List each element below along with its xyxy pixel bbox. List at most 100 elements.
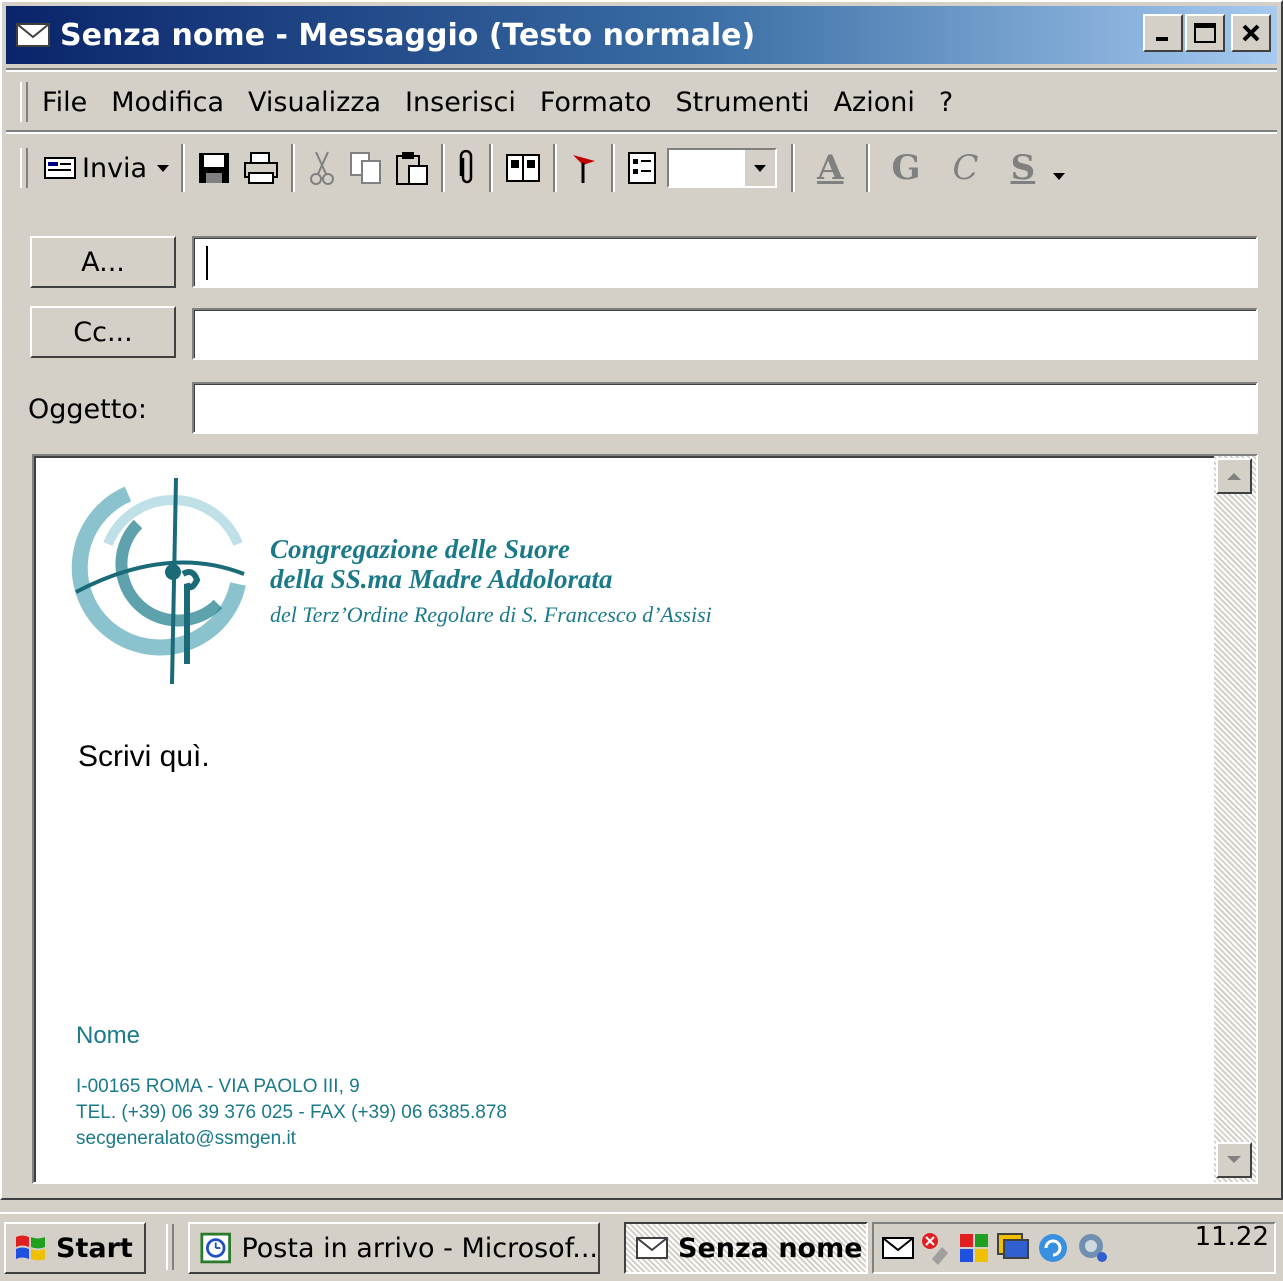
address-book-button[interactable] [505,143,541,193]
address-book-icon [506,154,541,182]
org-name-line2: della SS.ma Madre Addolorata [270,564,613,594]
to-button-label: A... [81,246,125,278]
separator [6,68,1277,72]
bold-icon: G [891,148,921,188]
message-window: Senza nome - Messaggio (Testo normale) F… [0,0,1283,1200]
start-button[interactable]: Start [4,1222,146,1274]
font-size-combo[interactable] [667,148,778,188]
antivirus-icon[interactable] [1076,1231,1110,1265]
font-size-dropdown[interactable] [745,150,776,186]
toolbar-separator [865,144,870,192]
arrow-down-icon [1227,1156,1241,1163]
to-field[interactable] [192,236,1258,288]
cut-button[interactable] [307,143,337,193]
flag-icon [573,155,596,183]
save-button[interactable] [197,143,231,193]
cc-button[interactable]: Cc... [30,306,176,358]
menu-help[interactable]: ? [939,87,953,118]
task-new-message[interactable]: Senza nome [624,1222,868,1274]
menu-grip[interactable] [20,82,28,122]
vertical-scrollbar[interactable] [1214,456,1256,1182]
signature-phone: TEL. (+39) 06 39 376 025 - FAX (+39) 06 … [76,1102,507,1123]
envelope-icon [636,1237,668,1259]
cc-field[interactable] [192,308,1258,360]
copy-button[interactable] [349,143,383,193]
menu-bar: File Modifica Visualizza Inserisci Forma… [6,74,1277,130]
title-bar[interactable]: Senza nome - Messaggio (Testo normale) [6,6,1277,64]
menu-modifica[interactable]: Modifica [111,87,224,118]
scroll-down-button[interactable] [1216,1142,1252,1178]
send-button[interactable]: Invia [44,143,170,193]
close-button[interactable] [1231,14,1271,52]
italic-button[interactable]: C [943,143,989,193]
signature-email[interactable]: secgeneralato@ssmgen.it [76,1128,296,1150]
menu-strumenti[interactable]: Strumenti [676,87,810,118]
org-name-line1: Congregazione delle Suore [270,534,571,564]
send-label: Invia [82,152,148,184]
toolbar-separator [489,144,494,192]
maximize-button[interactable] [1185,14,1225,52]
attach-button[interactable] [457,143,477,193]
font-color-icon: A [817,148,844,188]
toolbar-separator [441,144,446,192]
cc-button-label: Cc... [73,316,133,348]
send-icon [44,157,76,179]
close-icon [1242,24,1260,42]
floppy-disk-icon [199,153,230,183]
network-disconnected-icon[interactable] [920,1231,952,1265]
options-button[interactable] [627,143,661,193]
scroll-up-button[interactable] [1216,458,1252,494]
bold-button[interactable]: G [882,143,931,193]
security-shield-icon[interactable] [958,1232,990,1264]
congregation-logo-icon [71,477,246,685]
paperclip-icon [459,150,473,184]
menu-inserisci[interactable]: Inserisci [405,87,516,118]
menu-azioni[interactable]: Azioni [834,87,915,118]
subject-field[interactable] [192,382,1258,434]
copy-icon [350,152,382,184]
menu-visualizza[interactable]: Visualizza [248,87,381,118]
minimize-button[interactable] [1143,14,1183,52]
underline-button[interactable]: S [1001,143,1046,193]
maximize-icon [1194,23,1216,43]
print-button[interactable] [243,143,279,193]
font-color-button[interactable]: A [807,143,853,193]
envelope-icon [16,23,50,47]
scissors-icon [310,151,335,185]
signature-address: I-00165 ROMA - VIA PAOLO III, 9 [76,1076,360,1097]
task-new-message-label: Senza nome [678,1232,863,1264]
toolbar-overflow-icon[interactable] [1053,172,1066,180]
underline-icon: S [1010,148,1036,188]
paste-button[interactable] [395,143,429,193]
message-body[interactable]: Congregazione delle Suore della SS.ma Ma… [32,454,1258,1184]
clipboard-icon [396,152,429,185]
menu-formato[interactable]: Formato [540,87,652,118]
org-name-line3: del Terz’Ordine Regolare di S. Francesco… [270,602,712,627]
system-clock[interactable]: 11.22 [1195,1222,1269,1252]
mail-notification-icon[interactable] [882,1235,914,1261]
toolbar-grip[interactable] [20,148,28,188]
toolbar-separator [791,144,796,192]
text-cursor [206,245,208,280]
subject-label: Oggetto: [28,394,147,425]
printer-icon [244,152,279,184]
menu-file[interactable]: File [42,87,87,118]
display-monitor-icon[interactable] [996,1232,1030,1264]
task-inbox[interactable]: Posta in arrivo - Microsof... [188,1222,600,1274]
options-icon [628,152,657,184]
chevron-down-icon [754,164,767,172]
outlook-icon [200,1232,231,1264]
windows-logo-icon [16,1235,45,1261]
taskbar: Start Posta in arrivo - Microsof... Senz… [0,1212,1283,1281]
chevron-down-icon[interactable] [157,164,170,172]
taskbar-grip[interactable] [166,1224,174,1270]
body-placeholder-text: Scrivi quì. [78,740,210,773]
toolbar-separator [553,144,558,192]
update-refresh-icon[interactable] [1036,1231,1070,1265]
to-button[interactable]: A... [30,236,176,288]
toolbar-separator [611,144,616,192]
minimize-icon [1156,37,1168,41]
separator [6,130,1277,134]
arrow-up-icon [1227,473,1241,480]
flag-button[interactable] [569,143,599,193]
